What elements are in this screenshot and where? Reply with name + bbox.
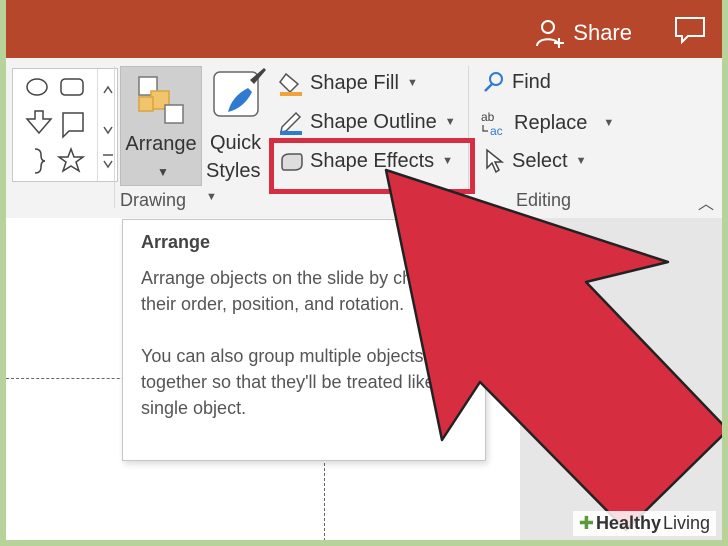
down-arrow-shape-icon: [25, 110, 53, 135]
shape-outline-label: Shape Outline: [310, 110, 437, 133]
shapes-gallery-icons: [25, 78, 86, 174]
collapse-ribbon-icon[interactable]: ︿: [698, 190, 714, 214]
watermark-part1: Healthy: [595, 513, 661, 533]
chevron-down-icon: ▼: [157, 165, 169, 179]
chevron-down-icon: ▼: [406, 77, 418, 89]
cursor-arrow-icon: [486, 148, 505, 174]
quick-styles-label-1: Quick: [210, 132, 262, 154]
replace-icon: ab ac: [481, 110, 503, 137]
rounded-rect-shape-icon: [60, 78, 84, 96]
chevron-down-icon: ▼: [575, 155, 587, 167]
tooltip-body: Arrange objects on the slide by changing…: [141, 265, 467, 421]
leaf-icon: ✚: [578, 513, 594, 533]
shapes-gallery[interactable]: [12, 68, 118, 182]
arrange-button[interactable]: Arrange ▼: [120, 66, 202, 186]
shape-effects-highlight-box: [269, 138, 475, 194]
watermark-part2: Living: [662, 513, 710, 533]
comment-icon[interactable]: [674, 16, 706, 44]
brace-shape-icon: [34, 148, 46, 174]
find-button[interactable]: Find: [482, 70, 551, 94]
arrange-tooltip: Arrange Arrange objects on the slide by …: [122, 219, 486, 461]
screenshot-frame: Share Arrange ▼ Quick Styles ▼ Shape Fil…: [0, 0, 728, 546]
select-label: Select: [512, 149, 568, 172]
share-label: Share: [573, 20, 632, 45]
oval-shape-icon: [26, 78, 48, 96]
quick-styles-label-2: Styles ▼: [206, 160, 261, 203]
svg-text:ac: ac: [490, 124, 503, 137]
star-shape-icon: [56, 146, 86, 173]
shape-fill-button[interactable]: Shape Fill ▼: [278, 70, 418, 96]
select-button[interactable]: Select ▼: [482, 148, 586, 174]
replace-label: Replace: [514, 111, 588, 134]
arrange-icon: [138, 76, 184, 124]
svg-text:ab: ab: [481, 110, 495, 124]
gallery-up-icon: [103, 85, 113, 94]
replace-button[interactable]: ab ac Replace ▼: [480, 109, 614, 137]
tooltip-title: Arrange: [141, 232, 211, 252]
chevron-down-icon: ▼: [444, 116, 456, 128]
chevron-down-icon: ▼: [603, 117, 615, 129]
arrange-label: Arrange: [125, 133, 197, 155]
ribbon-separator: [114, 66, 115, 208]
healthy-living-watermark: ✚ Healthy Living: [572, 511, 716, 536]
gallery-scroll-arrows: [103, 85, 113, 169]
quick-styles-icon: [213, 68, 266, 117]
tooltip-paragraph: You can also group multiple objects toge…: [141, 346, 450, 418]
gallery-more-icon: [103, 154, 113, 169]
share-button[interactable]: Share: [535, 18, 632, 48]
title-bar: Share: [6, 0, 722, 58]
shape-outline-button[interactable]: Shape Outline ▼: [278, 109, 456, 135]
paint-bucket-icon: [279, 72, 302, 96]
quick-styles-button[interactable]: Quick Styles ▼: [206, 66, 270, 203]
pencil-outline-icon: [280, 111, 302, 135]
group-label-editing: Editing: [516, 190, 572, 210]
canvas-gray-area: [520, 218, 722, 540]
add-person-icon: [536, 20, 565, 48]
find-label: Find: [512, 70, 551, 93]
tooltip-paragraph: Arrange objects on the slide by changing…: [141, 268, 467, 314]
search-icon: [484, 72, 503, 92]
shape-fill-label: Shape Fill: [310, 71, 399, 94]
gallery-down-icon: [103, 126, 113, 135]
callout-shape-icon: [62, 112, 84, 139]
group-label-drawing: Drawing: [120, 190, 187, 210]
